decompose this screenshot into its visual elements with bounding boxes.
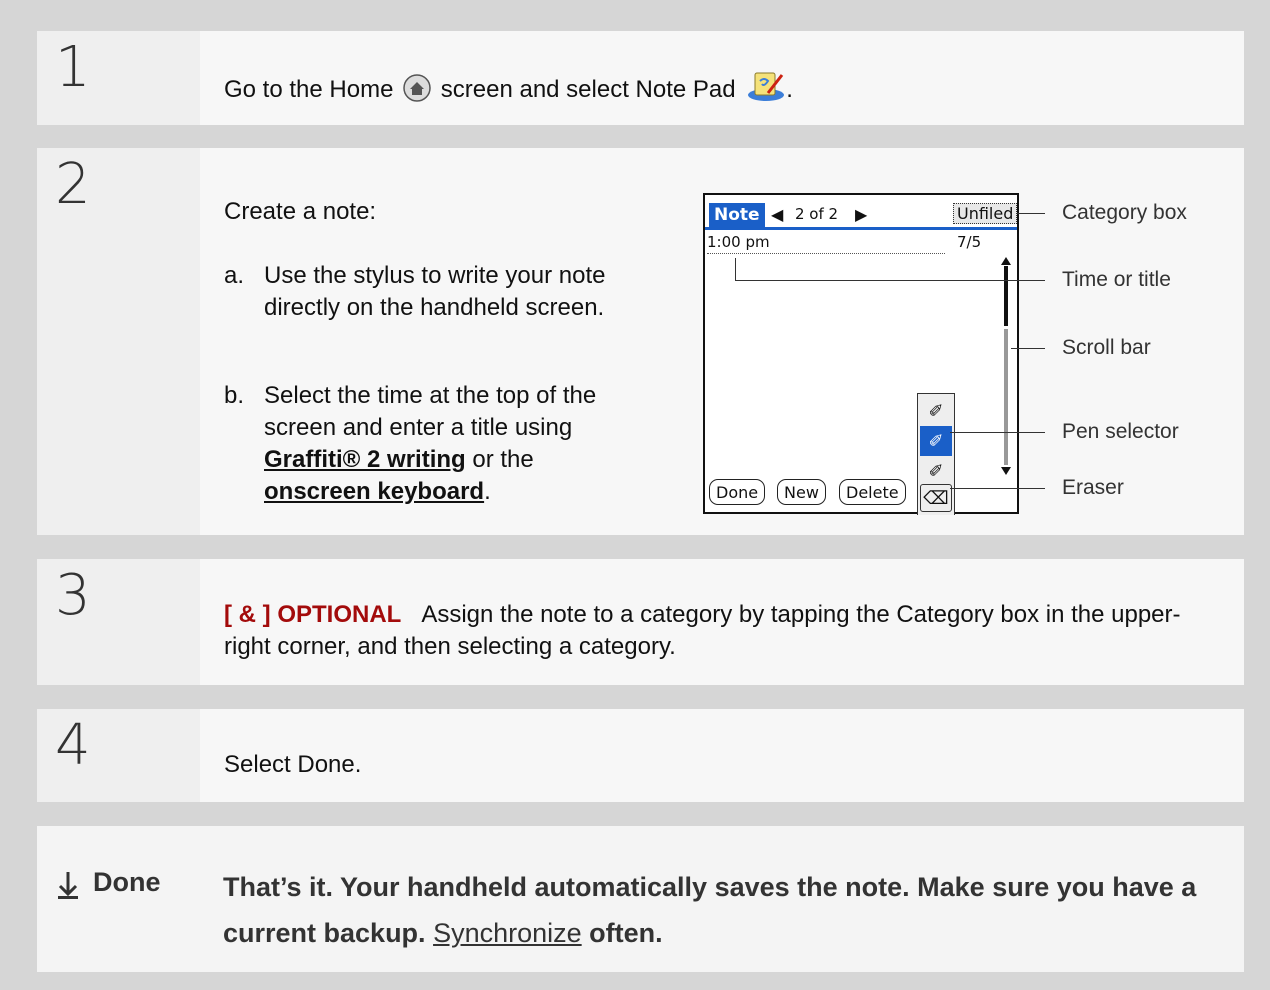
callout-line — [950, 432, 1045, 433]
item-b-text-mid: or the — [465, 446, 534, 473]
callout-time-or-title: Time or title — [1062, 268, 1171, 291]
scroll-bar[interactable] — [1001, 257, 1011, 477]
item-marker: a. — [224, 262, 245, 289]
step-number-cell: 1 — [37, 31, 200, 125]
note-date: 7/5 — [957, 233, 982, 251]
step-number: 1 — [55, 35, 91, 100]
synchronize-link[interactable]: Synchronize — [433, 918, 582, 948]
optional-badge: [ & ] OPTIONAL — [224, 601, 402, 628]
callout-line — [1011, 348, 1045, 349]
step-1-text-before: Go to the Home — [224, 76, 394, 103]
step-4-row: 4 Select Done. — [37, 709, 1244, 802]
new-button[interactable]: New — [777, 479, 826, 505]
title-underline — [707, 253, 945, 254]
step-number: 4 — [55, 713, 91, 778]
step-3-row: 3 [ & ] OPTIONAL Assign the note to a ca… — [37, 559, 1244, 685]
step-number-cell: 3 — [37, 559, 200, 685]
item-a-text: Use the stylus to write your note direct… — [264, 262, 606, 321]
step-4-text: Select Done. — [224, 751, 362, 778]
note-pad-screen: Note ◀ 2 of 2 ▶ Unfiled 1:00 pm 7/5 ✐ ✐ … — [703, 193, 1019, 515]
pen-selector[interactable]: ✐ ✐ ✐ ⌫ — [917, 393, 955, 515]
done-text: That’s it. Your handheld automatically s… — [223, 864, 1223, 956]
step-content: Go to the Home screen and select Note Pa… — [200, 31, 1244, 125]
callout-scroll-bar: Scroll bar — [1062, 336, 1151, 359]
step-1-row: 1 Go to the Home screen and select Note … — [37, 31, 1244, 125]
device-title-bar: Note ◀ 2 of 2 ▶ Unfiled — [705, 203, 1018, 230]
callout-line — [735, 258, 736, 280]
step-1-text-end: . — [786, 76, 793, 103]
pen-thin-icon[interactable]: ✐ — [920, 396, 952, 426]
item-marker: b. — [224, 382, 245, 409]
step-number-cell: 2 — [37, 148, 200, 535]
onscreen-keyboard-link[interactable]: onscreen keyboard — [264, 478, 484, 505]
next-arrow-icon[interactable]: ▶ — [855, 205, 867, 224]
step-1-text: Go to the Home screen and select Note Pa… — [224, 69, 793, 106]
done-text-body: That’s it. Your handheld automatically s… — [223, 872, 1197, 948]
item-b-text: Select the time at the top of the screen… — [264, 382, 597, 441]
callout-category-box: Category box — [1062, 201, 1187, 224]
callout-pen-selector: Pen selector — [1062, 420, 1179, 443]
callout-line — [950, 488, 1045, 489]
step-1-text-mid: screen and select Note Pad — [440, 76, 736, 103]
pager: 2 of 2 — [795, 205, 839, 223]
down-arrow-icon — [57, 870, 79, 905]
step-number: 3 — [55, 563, 91, 628]
pen-thick-icon[interactable]: ✐ — [920, 456, 952, 486]
prev-arrow-icon[interactable]: ◀ — [771, 205, 783, 224]
home-icon — [402, 73, 432, 103]
done-button[interactable]: Done — [709, 479, 766, 505]
item-b-text-end: . — [484, 478, 491, 505]
step-number: 2 — [55, 152, 91, 217]
delete-button[interactable]: Delete — [839, 479, 906, 505]
step-2-item-b: b. Select the time at the top of the scr… — [224, 380, 644, 508]
step-2-item-a: a. Use the stylus to write your note dir… — [224, 260, 644, 324]
category-box[interactable]: Unfiled — [953, 203, 1018, 224]
time-title[interactable]: 1:00 pm — [707, 233, 770, 251]
note-pad-icon — [746, 69, 786, 103]
pen-medium-icon[interactable]: ✐ — [920, 426, 952, 456]
step-number-cell: 4 — [37, 709, 200, 802]
callout-line — [735, 280, 1045, 281]
step-content: [ & ] OPTIONAL Assign the note to a cate… — [200, 559, 1244, 685]
graffiti-link[interactable]: Graffiti® 2 writing — [264, 446, 466, 473]
step-content: Select Done. — [200, 709, 1244, 802]
note-tab: Note — [709, 203, 765, 227]
eraser-icon[interactable]: ⌫ — [920, 484, 952, 512]
step-2-intro: Create a note: — [224, 198, 377, 225]
callout-eraser: Eraser — [1062, 476, 1124, 499]
done-label: Done — [93, 867, 161, 897]
step-3-text: [ & ] OPTIONAL Assign the note to a cate… — [224, 599, 1224, 663]
callout-line — [1017, 213, 1045, 214]
done-text-post: often. — [581, 918, 663, 948]
done-row: Done That’s it. Your handheld automatica… — [37, 826, 1244, 972]
